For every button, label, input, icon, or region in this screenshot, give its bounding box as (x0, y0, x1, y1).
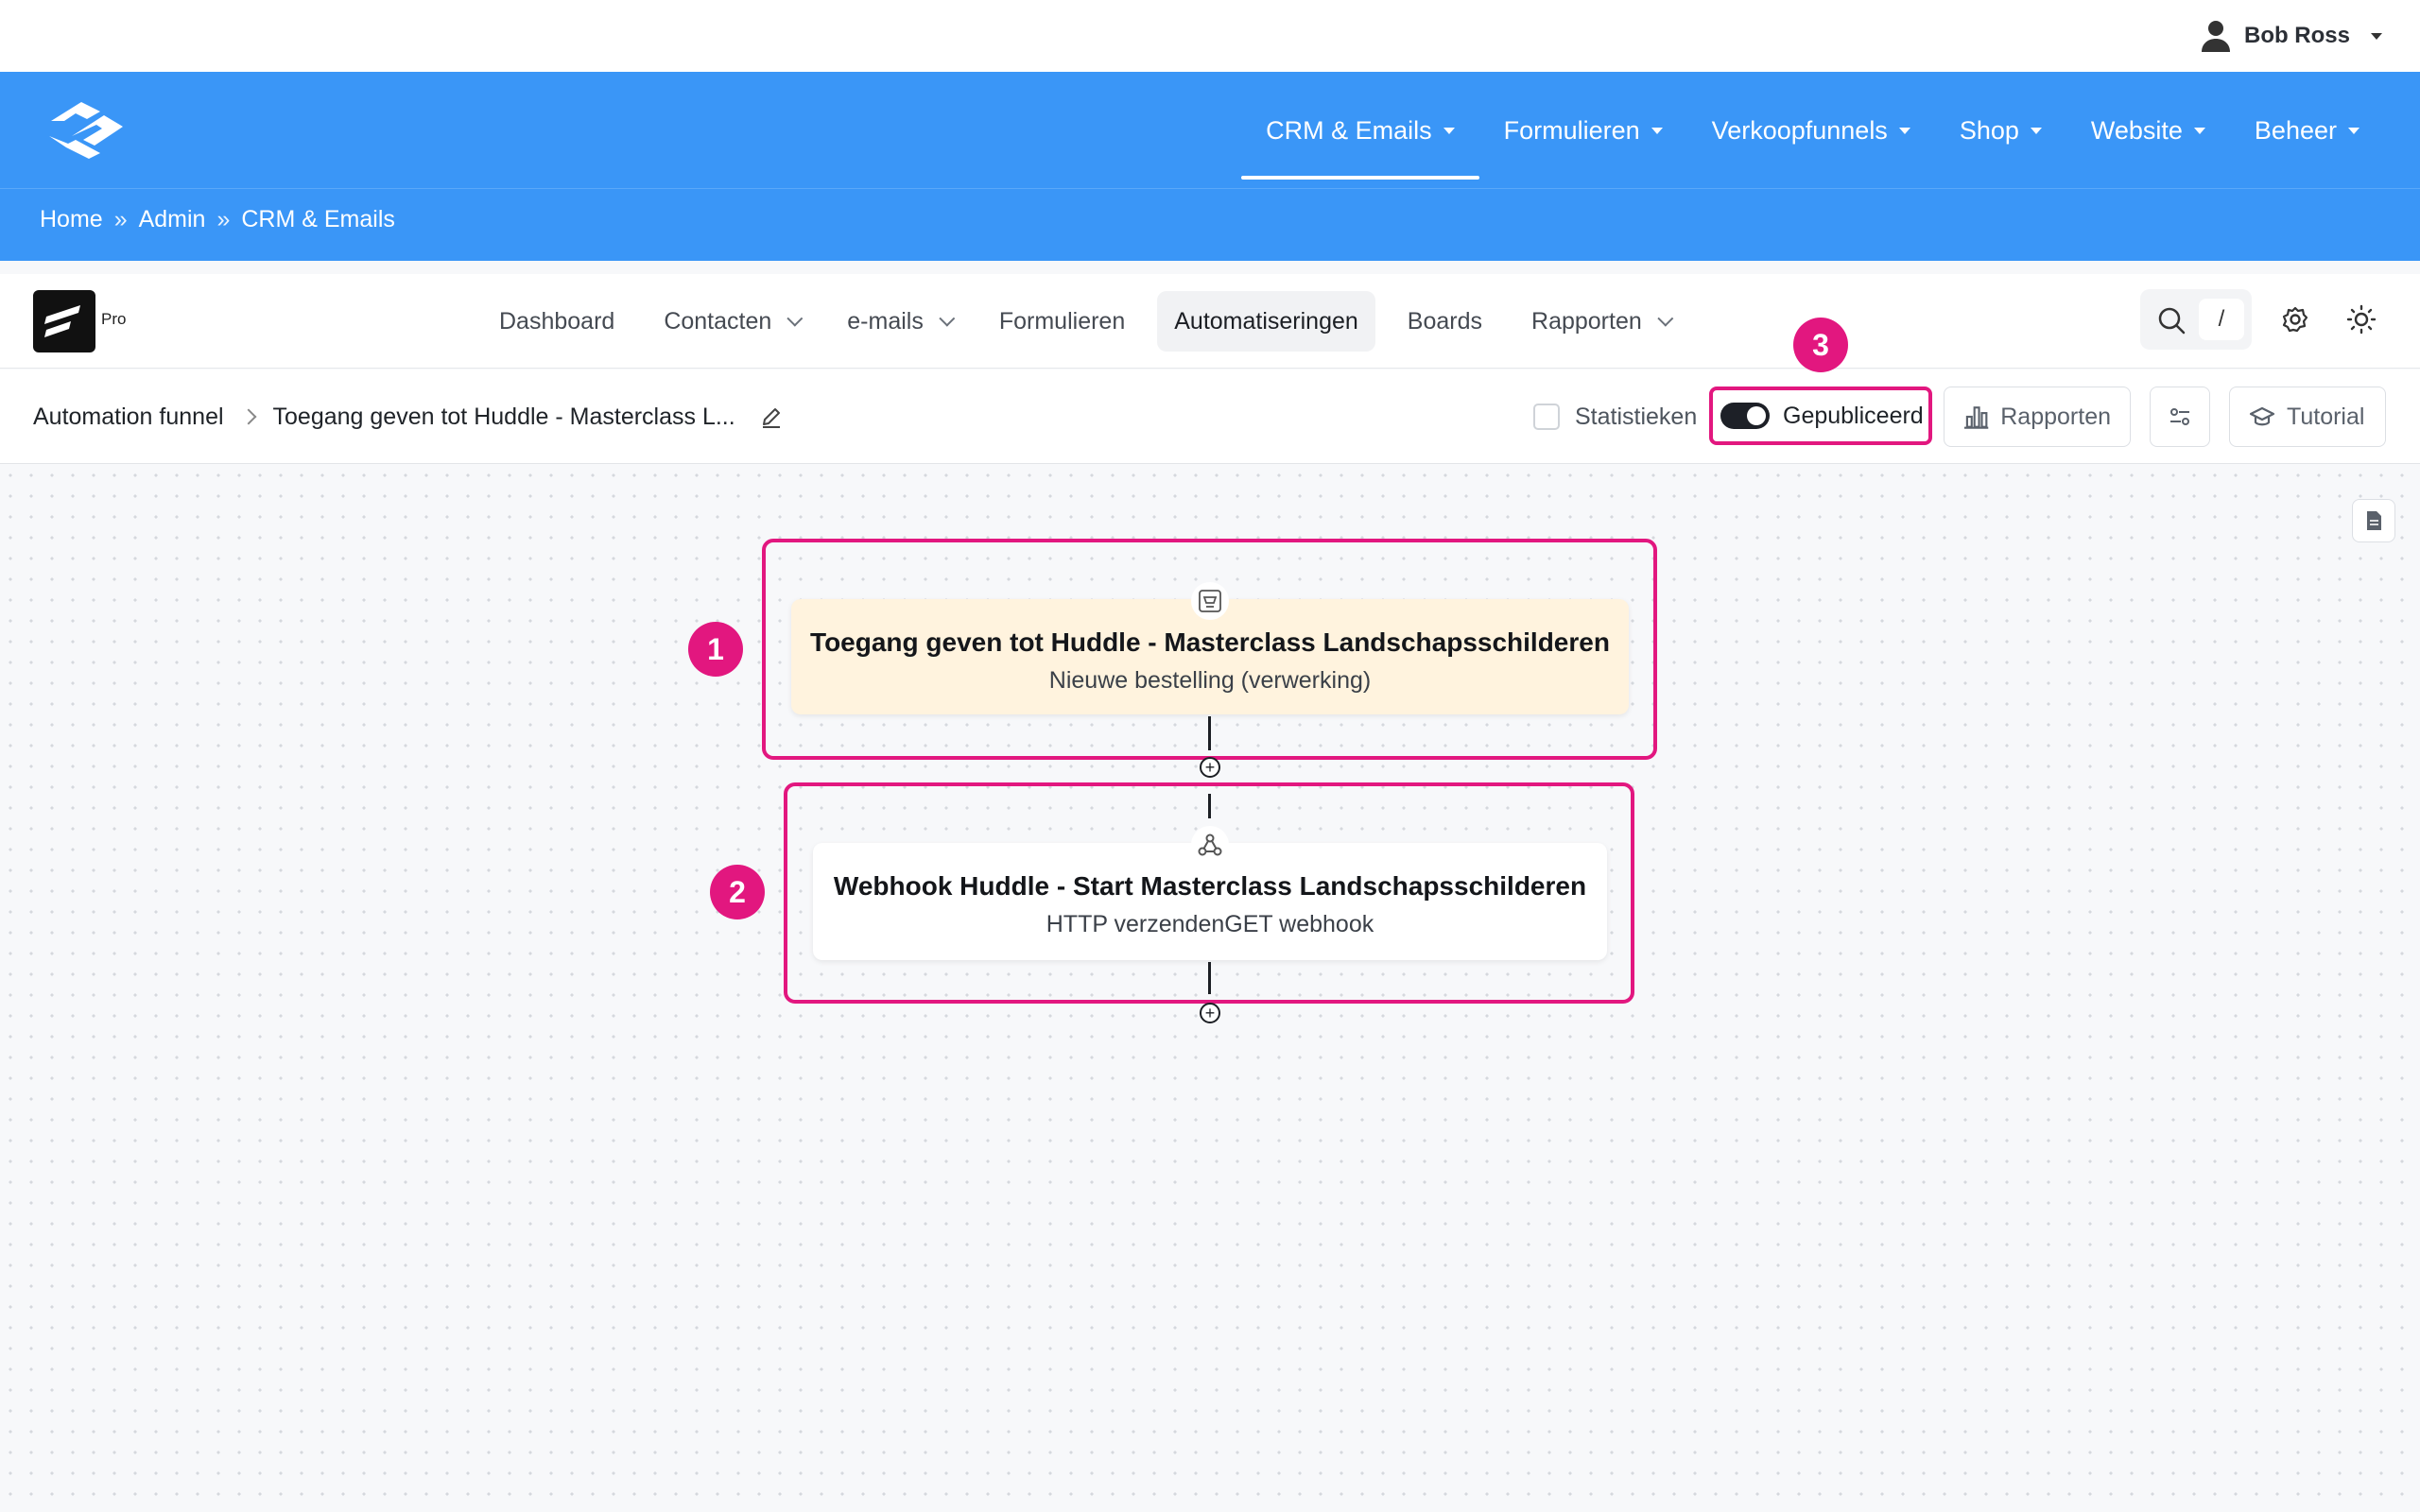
annotation-badge-2: 2 (710, 865, 765, 919)
breadcrumb-separator: » (113, 205, 128, 232)
main-menu-beheer[interactable]: Beheer (2230, 72, 2384, 189)
action-icon (1191, 826, 1229, 864)
chevron-down-icon (786, 310, 804, 327)
search-icon (2158, 307, 2186, 335)
main-navbar: CRM & Emails Formulieren Verkoopfunnels … (0, 72, 2420, 189)
breadcrumb: Home » Admin » CRM & Emails (40, 189, 395, 249)
connector-line (1208, 716, 1211, 750)
trigger-subtitle: Nieuwe bestelling (verwerking) (1048, 667, 1372, 694)
chevron-right-icon (240, 408, 257, 425)
graduation-cap-icon (2249, 406, 2275, 426)
main-menu-website[interactable]: Website (2066, 72, 2230, 189)
search-button[interactable]: / (2140, 289, 2252, 350)
settings-button[interactable] (2273, 297, 2318, 342)
app-nav-automatiseringen[interactable]: Automatiseringen (1157, 291, 1375, 352)
app-header: Pro Dashboard Contacten e-mails Formulie… (0, 274, 2420, 369)
sun-icon (2346, 304, 2377, 335)
theme-toggle-button[interactable] (2339, 297, 2384, 342)
app-nav-boards[interactable]: Boards (1391, 291, 1499, 352)
user-bar: Bob Ross (0, 0, 2420, 72)
pencil-icon[interactable] (760, 405, 783, 428)
automation-breadcrumb: Automation funnel Toegang geven tot Hudd… (33, 369, 783, 464)
pro-badge: Pro (101, 310, 127, 328)
publish-toggle[interactable]: Gepubliceerd (1709, 387, 1932, 445)
main-menu-verkoopfunnels[interactable]: Verkoopfunnels (1687, 72, 1935, 189)
user-name: Bob Ross (2243, 23, 2350, 48)
reports-label: Rapporten (2000, 403, 2111, 430)
app-nav-formulieren[interactable]: Formulieren (982, 291, 1142, 352)
bar-chart-icon (1963, 406, 1989, 429)
publish-label: Gepubliceerd (1783, 402, 1924, 429)
app-nav-contacten[interactable]: Contacten (647, 291, 815, 352)
reports-button[interactable]: Rapporten (1944, 387, 2131, 447)
main-menu: CRM & Emails Formulieren Verkoopfunnels … (1241, 72, 2384, 189)
add-step-button[interactable]: + (1200, 1003, 1220, 1023)
sliders-icon (2170, 408, 2189, 425)
user-menu[interactable]: Bob Ross (2201, 17, 2382, 55)
chevron-down-icon (1651, 127, 1663, 134)
checkbox-box[interactable] (1533, 404, 1560, 430)
app-nav-dashboard[interactable]: Dashboard (482, 291, 631, 352)
action-subtitle: HTTP verzendenGET webhook (1046, 911, 1374, 937)
add-step-button[interactable]: + (1200, 757, 1220, 778)
main-menu-shop[interactable]: Shop (1935, 72, 2066, 189)
breadcrumb-separator: » (216, 205, 231, 232)
tutorial-label: Tutorial (2287, 403, 2365, 430)
app-nav: Dashboard Contacten e-mails Formulieren … (482, 290, 1685, 352)
connector-line (1208, 962, 1211, 994)
notes-button[interactable] (2352, 499, 2395, 542)
breadcrumb-home[interactable]: Home (40, 206, 103, 233)
annotation-badge-3: 3 (1793, 318, 1848, 372)
app-logo-icon[interactable] (33, 290, 95, 352)
chevron-down-icon (1443, 127, 1455, 134)
chevron-down-icon (2193, 127, 2205, 134)
automation-toolbar: Automation funnel Toegang geven tot Hudd… (0, 369, 2420, 464)
tutorial-button[interactable]: Tutorial (2229, 387, 2386, 447)
brand-logo-icon[interactable] (43, 98, 129, 163)
cart-list-icon (1199, 590, 1221, 612)
main-menu-formulieren[interactable]: Formulieren (1479, 72, 1687, 189)
main-menu-crm[interactable]: CRM & Emails (1241, 72, 1479, 189)
gear-icon (2282, 306, 2308, 333)
trigger-title: Toegang geven tot Huddle - Masterclass L… (810, 627, 1610, 657)
chevron-down-icon (1657, 310, 1674, 327)
settings-sliders-button[interactable] (2150, 387, 2210, 447)
search-shortcut: / (2199, 299, 2244, 340)
toggle-switch[interactable] (1720, 403, 1770, 429)
app-nav-rapporten[interactable]: Rapporten (1514, 291, 1685, 352)
breadcrumb-crm[interactable]: CRM & Emails (241, 206, 395, 233)
statistics-checkbox[interactable]: Statistieken (1533, 402, 1697, 432)
document-icon (2367, 511, 2381, 530)
breadcrumb-admin[interactable]: Admin (139, 206, 206, 233)
webhook-icon (1198, 833, 1222, 856)
automation-name: Toegang geven tot Huddle - Masterclass L… (272, 403, 735, 430)
app-nav-emails[interactable]: e-mails (830, 291, 967, 352)
chevron-down-icon (939, 310, 956, 327)
automation-funnel-link[interactable]: Automation funnel (33, 404, 224, 431)
breadcrumb-bar: Home » Admin » CRM & Emails (0, 189, 2420, 261)
chevron-down-icon (2030, 127, 2042, 134)
chevron-down-icon (1898, 127, 1910, 134)
user-caret-icon (2371, 32, 2382, 40)
chevron-down-icon (2348, 127, 2360, 134)
action-title: Webhook Huddle - Start Masterclass Lands… (833, 871, 1587, 901)
statistics-label: Statistieken (1575, 403, 1698, 430)
trigger-icon (1191, 582, 1229, 620)
annotation-badge-1: 1 (688, 622, 743, 677)
user-icon (2201, 21, 2230, 52)
